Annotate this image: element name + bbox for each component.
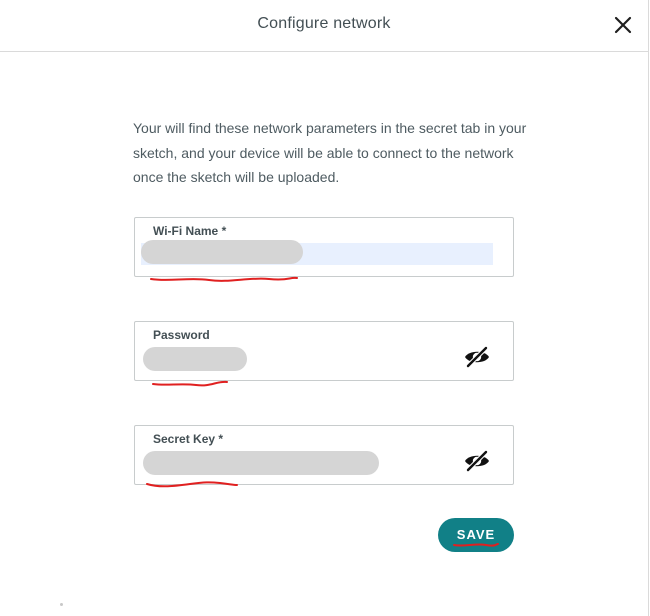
secret-key-field: Secret Key * [134, 425, 514, 488]
redacted-secret-key [143, 451, 379, 475]
red-underline-annotation [146, 481, 238, 488]
password-field: Password [134, 321, 514, 387]
redacted-password [143, 347, 247, 371]
red-underline-annotation [453, 543, 499, 547]
wifi-name-field: Wi-Fi Name * [134, 217, 514, 282]
password-label: Password [153, 328, 210, 342]
configure-network-dialog: Configure network Your will find these n… [0, 0, 649, 616]
dialog-title: Configure network [257, 15, 391, 32]
dialog-header: Configure network [0, 0, 648, 52]
red-underline-annotation [150, 276, 298, 282]
dialog-description: Your will find these network parameters … [133, 120, 527, 185]
eye-off-icon[interactable] [463, 450, 491, 472]
close-icon[interactable] [612, 14, 634, 36]
redacted-wifi-name [141, 240, 303, 264]
wifi-name-label: Wi-Fi Name * [153, 224, 227, 238]
decorative-dot [60, 603, 63, 606]
secret-key-label: Secret Key * [153, 432, 224, 446]
eye-off-icon[interactable] [463, 346, 491, 368]
red-underline-annotation [152, 380, 228, 387]
